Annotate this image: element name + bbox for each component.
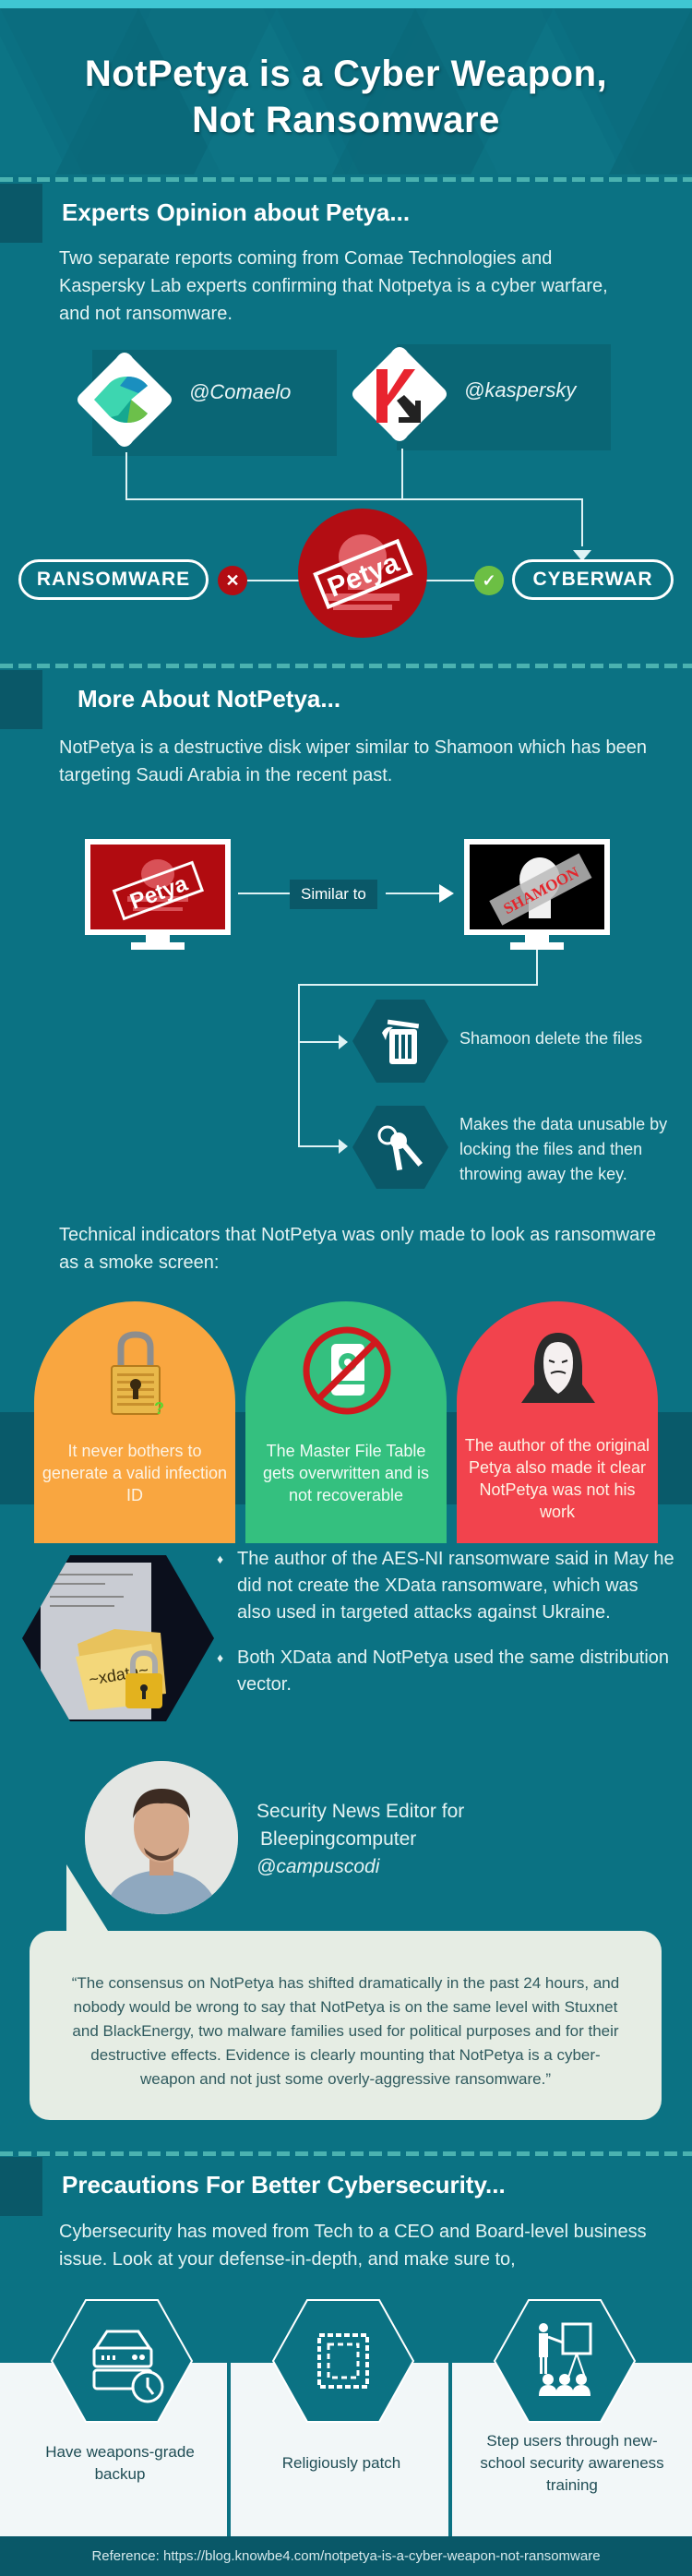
quote-box: “The consensus on NotPetya has shifted d… <box>30 1931 662 2120</box>
section-tab-marker <box>0 2157 42 2216</box>
section-divider <box>0 664 692 668</box>
arrow-line <box>386 893 443 894</box>
section-title-precautions: Precautions For Better Cybersecurity... <box>62 2171 506 2199</box>
anonymous-hacker-icon <box>521 1333 595 1403</box>
bullet-item: ♦ Both XData and NotPetya used the same d… <box>215 1645 676 1698</box>
precaution-text-patch: Religiously patch <box>281 2454 401 2472</box>
top-accent-bar <box>0 0 692 8</box>
indicator-card-infection-id: ? It never bothers to generate a valid i… <box>34 1301 235 1543</box>
feature-text-lock: Makes the data unusable by locking the f… <box>459 1115 668 1183</box>
training-presentation-icon <box>493 2299 637 2423</box>
indicator-card-mft: The Master File Table gets overwritten a… <box>245 1301 447 1543</box>
section-divider <box>0 177 692 182</box>
kaspersky-handle: @kaspersky <box>464 378 577 401</box>
connector-line <box>401 449 403 500</box>
xdata-ransomware-image: ~xdata~ <box>22 1555 214 1721</box>
kaspersky-logo-icon <box>352 347 447 441</box>
reference-link[interactable]: Reference: https://blog.knowbe4.com/notp… <box>91 2548 600 2564</box>
precaution-text-training: Step users through new-school security a… <box>480 2432 664 2494</box>
feature-text-delete: Shamoon delete the files <box>459 1029 643 1048</box>
more-body: NotPetya is a destructive disk wiper sim… <box>59 737 647 785</box>
indicator-text-author: The author of the original Petya also ma… <box>464 1436 650 1521</box>
connector-line <box>536 950 538 985</box>
person-portrait <box>85 1761 238 1914</box>
arrow-right-icon <box>339 1035 348 1049</box>
author-role: Security News Editor for <box>257 1801 465 1822</box>
indicator-text-mft: The Master File Table gets overwritten a… <box>262 1442 430 1504</box>
section-title-more: More About NotPetya... <box>78 685 341 713</box>
ransomware-label: RANSOMWARE <box>18 559 209 600</box>
connector-line <box>581 498 583 546</box>
arrow-line <box>238 893 290 894</box>
server-backup-icon <box>50 2299 194 2423</box>
xdata-bullets: ♦ The author of the AES-NI ransomware sai… <box>215 1546 676 1717</box>
hero-header: NotPetya is a Cyber Weapon, Not Ransomwa… <box>0 8 692 174</box>
experts-body: Two separate reports coming from Comae T… <box>59 248 608 324</box>
quote-text: “The consensus on NotPetya has shifted d… <box>71 1974 620 2088</box>
connector-line <box>298 984 538 986</box>
indicators-intro: Technical indicators that NotPetya was o… <box>59 1225 656 1273</box>
section-title-experts: Experts Opinion about Petya... <box>62 198 411 226</box>
avatar <box>85 1761 238 1914</box>
shamoon-monitor: SHAMOON <box>464 839 610 950</box>
cyberwar-label: CYBERWAR <box>512 559 674 600</box>
keys-icon <box>352 1106 448 1189</box>
bullet-text: Both XData and NotPetya used the same di… <box>237 1647 670 1695</box>
title-line-1: NotPetya is a Cyber Weapon, <box>84 54 608 94</box>
infographic: NotPetya is a Cyber Weapon, Not Ransomwa… <box>0 0 692 2576</box>
no-disk-icon <box>303 1326 391 1415</box>
comae-logo-icon <box>78 353 172 447</box>
x-mark-icon: ✕ <box>218 566 247 595</box>
title-line-2: Not Ransomware <box>192 100 500 140</box>
author-outlet: Bleepingcomputer <box>260 1828 417 1850</box>
svg-text:?: ? <box>154 1399 163 1418</box>
page-title: NotPetya is a Cyber Weapon, Not Ransomwa… <box>0 51 692 143</box>
bullet-icon: ♦ <box>217 1552 224 1566</box>
connector-line <box>125 452 127 500</box>
bullet-text: The author of the AES-NI ransomware said… <box>237 1549 674 1623</box>
comae-handle: @Comaelo <box>189 380 292 403</box>
connector-line <box>298 1145 340 1147</box>
section-tab-marker <box>0 670 42 729</box>
connector-line <box>242 580 306 581</box>
connector-line <box>426 580 482 581</box>
padlock-question-icon: ? <box>111 1331 163 1418</box>
connector-line <box>298 1041 340 1043</box>
arrow-right-icon <box>439 884 454 903</box>
precautions-body: Cybersecurity has moved from Tech to a C… <box>59 2222 647 2270</box>
column-divider <box>448 2363 452 2536</box>
connector-line <box>125 498 583 500</box>
petya-monitor: Petya <box>85 839 231 950</box>
precaution-text-backup: Have weapons-grade backup <box>45 2443 195 2483</box>
footer: Reference: https://blog.knowbe4.com/notp… <box>0 2536 692 2576</box>
petya-skull-icon: Petya <box>313 534 413 610</box>
section-divider <box>0 2151 692 2156</box>
indicator-card-author: The author of the original Petya also ma… <box>457 1301 658 1543</box>
arrow-right-icon <box>339 1139 348 1154</box>
similar-to-label: Similar to <box>290 880 377 909</box>
column-divider <box>227 2363 231 2536</box>
bullet-item: ♦ The author of the AES-NI ransomware sai… <box>215 1546 676 1626</box>
author-handle: @campuscodi <box>257 1856 380 1877</box>
check-mark-icon: ✓ <box>474 566 504 595</box>
section-tab-marker <box>0 184 42 243</box>
trash-icon <box>352 1000 448 1083</box>
patch-icon <box>271 2299 415 2423</box>
petya-badge: Petya <box>298 509 427 638</box>
connector-line <box>298 984 300 1146</box>
bullet-icon: ♦ <box>217 1650 224 1665</box>
indicator-text-infection-id: It never bothers to generate a valid inf… <box>42 1442 228 1504</box>
